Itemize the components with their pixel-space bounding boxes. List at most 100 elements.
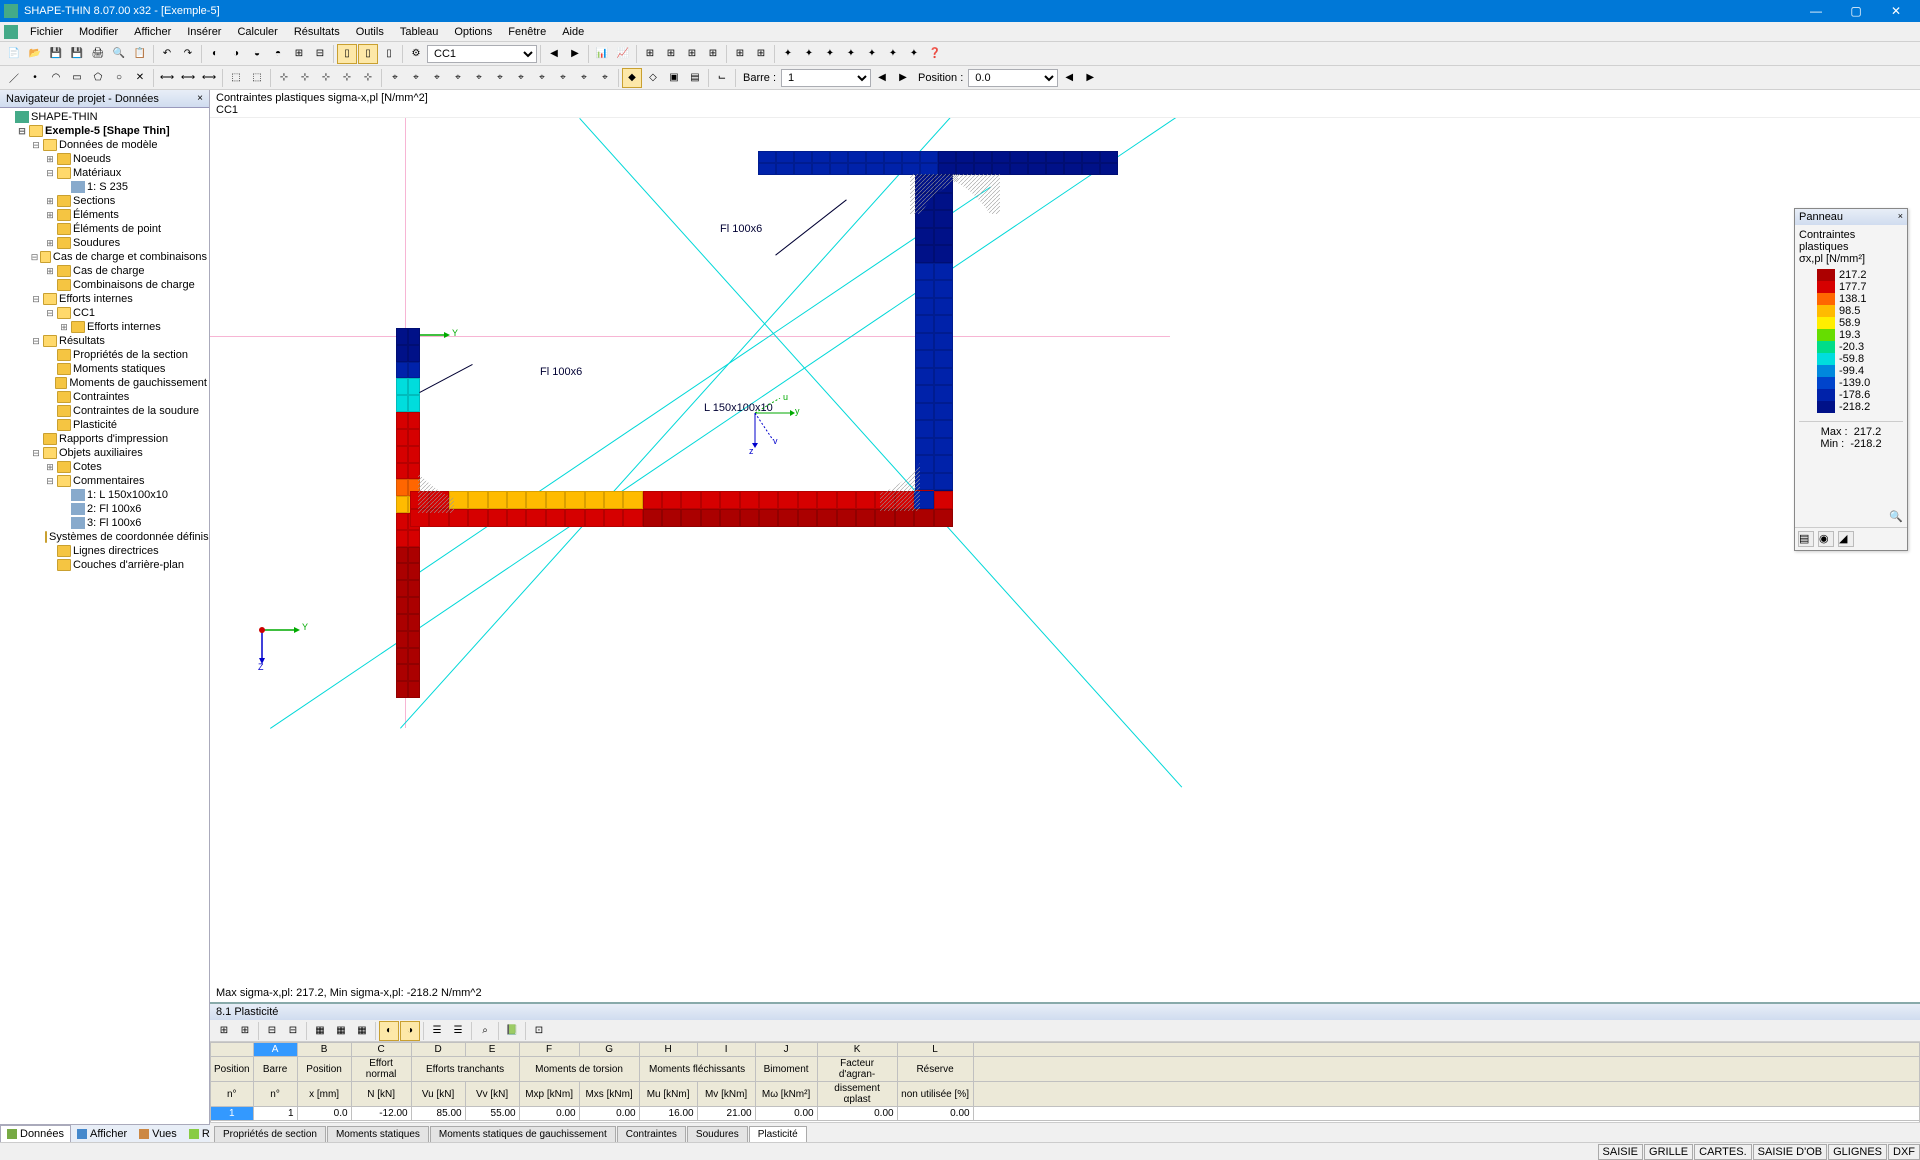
results-b-icon[interactable]: 📈 bbox=[613, 44, 633, 64]
draw-line-icon[interactable]: ／ bbox=[4, 68, 24, 88]
tree-cotes[interactable]: Cotes bbox=[73, 461, 102, 473]
disp-a-icon[interactable]: ◆ bbox=[622, 68, 642, 88]
draw-x-icon[interactable]: ✕ bbox=[130, 68, 150, 88]
preview-icon[interactable]: 🔍 bbox=[109, 44, 129, 64]
barre-prev-icon[interactable]: ◀ bbox=[872, 68, 892, 88]
view-c-icon[interactable]: ⊞ bbox=[682, 44, 702, 64]
menu-fenetre[interactable]: Fenêtre bbox=[500, 24, 554, 40]
loadcase-dropdown[interactable]: CC1 bbox=[427, 45, 537, 63]
legend-zoom-icon[interactable]: 🔍 bbox=[1889, 510, 1903, 523]
pos-prev-icon[interactable]: ◀ bbox=[1059, 68, 1079, 88]
prev-lc-icon[interactable]: ◀ bbox=[544, 44, 564, 64]
tree-comm2[interactable]: 2: Fl 100x6 bbox=[87, 503, 141, 515]
legend-mode3-icon[interactable]: ◢ bbox=[1838, 531, 1854, 547]
graphics-canvas[interactable]: Fl 100x6 Fl 100x6 L 150x100x10 Y Z bbox=[210, 118, 1920, 986]
view-tab-donnees[interactable]: Données bbox=[0, 1125, 71, 1142]
grid-btn-9[interactable]: ◑ bbox=[400, 1021, 420, 1041]
col-G[interactable]: G bbox=[579, 1043, 639, 1057]
tool-a-icon[interactable]: ◐ bbox=[205, 44, 225, 64]
grid-btn-11[interactable]: ☰ bbox=[448, 1021, 468, 1041]
tree-soudures[interactable]: Soudures bbox=[73, 237, 120, 249]
menu-modifier[interactable]: Modifier bbox=[71, 24, 126, 40]
mod-c-icon[interactable]: ⌖ bbox=[427, 68, 447, 88]
mod-e-icon[interactable]: ⌖ bbox=[469, 68, 489, 88]
col-A[interactable]: A bbox=[253, 1043, 297, 1057]
legend-mode2-icon[interactable]: ◉ bbox=[1818, 531, 1834, 547]
grid-btn-7[interactable]: ▦ bbox=[352, 1021, 372, 1041]
open-icon[interactable]: 📂 bbox=[25, 44, 45, 64]
tool-c-icon[interactable]: ◒ bbox=[247, 44, 267, 64]
tree-commentaires[interactable]: Commentaires bbox=[73, 475, 145, 487]
results-grid[interactable]: A B C D E F G H I J K L bbox=[210, 1042, 1920, 1122]
sel-b-icon[interactable]: ⬚ bbox=[247, 68, 267, 88]
extra-d-icon[interactable]: ✦ bbox=[841, 44, 861, 64]
tab-moments-stat[interactable]: Moments statiques bbox=[327, 1126, 429, 1142]
tree-rapports[interactable]: Rapports d'impression bbox=[59, 433, 168, 445]
navigator-close-icon[interactable]: × bbox=[197, 93, 203, 104]
menu-outils[interactable]: Outils bbox=[348, 24, 392, 40]
mod-d-icon[interactable]: ⌖ bbox=[448, 68, 468, 88]
grid-btn-12[interactable]: ⌕ bbox=[475, 1021, 495, 1041]
tree-moments-gauch[interactable]: Moments de gauchissement bbox=[69, 377, 207, 389]
grid-btn-2[interactable]: ⊞ bbox=[235, 1021, 255, 1041]
tree-efforts[interactable]: Efforts internes bbox=[59, 293, 133, 305]
tree-cas-charge[interactable]: Cas de charge et combinaisons bbox=[53, 251, 207, 263]
tree-comm3[interactable]: 3: Fl 100x6 bbox=[87, 517, 141, 529]
col-E[interactable]: E bbox=[465, 1043, 519, 1057]
panel1-icon[interactable]: ▯ bbox=[337, 44, 357, 64]
mod-k-icon[interactable]: ⌖ bbox=[595, 68, 615, 88]
undo-icon[interactable]: ↶ bbox=[157, 44, 177, 64]
tool-b-icon[interactable]: ◑ bbox=[226, 44, 246, 64]
disp-d-icon[interactable]: ▤ bbox=[685, 68, 705, 88]
grid-btn-3[interactable]: ⊟ bbox=[262, 1021, 282, 1041]
position-dropdown[interactable]: 0.0 bbox=[968, 69, 1058, 87]
snap-a-icon[interactable]: ⊹ bbox=[274, 68, 294, 88]
col-B[interactable]: B bbox=[297, 1043, 351, 1057]
tab-contraintes[interactable]: Contraintes bbox=[617, 1126, 686, 1142]
menu-inserer[interactable]: Insérer bbox=[179, 24, 229, 40]
snap-e-icon[interactable]: ⊹ bbox=[358, 68, 378, 88]
tree-cas-de-charge[interactable]: Cas de charge bbox=[73, 265, 145, 277]
grid-btn-excel-icon[interactable]: 📗 bbox=[502, 1021, 522, 1041]
project-tree[interactable]: SHAPE-THIN ⊟Exemple-5 [Shape Thin] ⊟Donn… bbox=[0, 108, 209, 1124]
status-saisie[interactable]: SAISIE bbox=[1598, 1144, 1643, 1160]
mod-f-icon[interactable]: ⌖ bbox=[490, 68, 510, 88]
tree-objets-aux[interactable]: Objets auxiliaires bbox=[59, 447, 143, 459]
snap-b-icon[interactable]: ⊹ bbox=[295, 68, 315, 88]
tree-cc1[interactable]: CC1 bbox=[73, 307, 95, 319]
menu-aide[interactable]: Aide bbox=[554, 24, 592, 40]
panel2-icon[interactable]: ▯ bbox=[358, 44, 378, 64]
tree-model-data[interactable]: Données de modèle bbox=[59, 139, 157, 151]
help-icon[interactable]: ❓ bbox=[925, 44, 945, 64]
tree-combis[interactable]: Combinaisons de charge bbox=[73, 279, 195, 291]
grid-btn-10[interactable]: ☰ bbox=[427, 1021, 447, 1041]
view-tab-afficher[interactable]: Afficher bbox=[71, 1125, 133, 1142]
calc-icon[interactable]: ⚙ bbox=[406, 44, 426, 64]
tree-lignes-dir[interactable]: Lignes directrices bbox=[73, 545, 159, 557]
next-lc-icon[interactable]: ▶ bbox=[565, 44, 585, 64]
extra-c-icon[interactable]: ✦ bbox=[820, 44, 840, 64]
draw-node-icon[interactable]: • bbox=[25, 68, 45, 88]
print-icon[interactable]: 🖨 bbox=[88, 44, 108, 64]
extra-b-icon[interactable]: ✦ bbox=[799, 44, 819, 64]
grid-btn-13[interactable]: ⊡ bbox=[529, 1021, 549, 1041]
tree-mat1[interactable]: 1: S 235 bbox=[87, 181, 128, 193]
tree-comm1[interactable]: 1: L 150x100x10 bbox=[87, 489, 168, 501]
mod-b-icon[interactable]: ⌖ bbox=[406, 68, 426, 88]
extra-g-icon[interactable]: ✦ bbox=[904, 44, 924, 64]
view-e-icon[interactable]: ⊞ bbox=[730, 44, 750, 64]
disp-b-icon[interactable]: ◇ bbox=[643, 68, 663, 88]
status-grille[interactable]: GRILLE bbox=[1644, 1144, 1693, 1160]
tree-project[interactable]: Exemple-5 [Shape Thin] bbox=[45, 125, 170, 137]
legend-panel[interactable]: Panneau × Contraintes plastiques σx,pl [… bbox=[1794, 208, 1908, 551]
tree-elements-point[interactable]: Éléments de point bbox=[73, 223, 161, 235]
tree-contraintes[interactable]: Contraintes bbox=[73, 391, 129, 403]
tree-elements[interactable]: Éléments bbox=[73, 209, 119, 221]
draw-arc-icon[interactable]: ◠ bbox=[46, 68, 66, 88]
tree-materiaux[interactable]: Matériaux bbox=[73, 167, 121, 179]
grid-btn-1[interactable]: ⊞ bbox=[214, 1021, 234, 1041]
tree-prop-section[interactable]: Propriétés de la section bbox=[73, 349, 188, 361]
tool-e-icon[interactable]: ⊞ bbox=[289, 44, 309, 64]
tab-soudures[interactable]: Soudures bbox=[687, 1126, 748, 1142]
snap-c-icon[interactable]: ⊹ bbox=[316, 68, 336, 88]
